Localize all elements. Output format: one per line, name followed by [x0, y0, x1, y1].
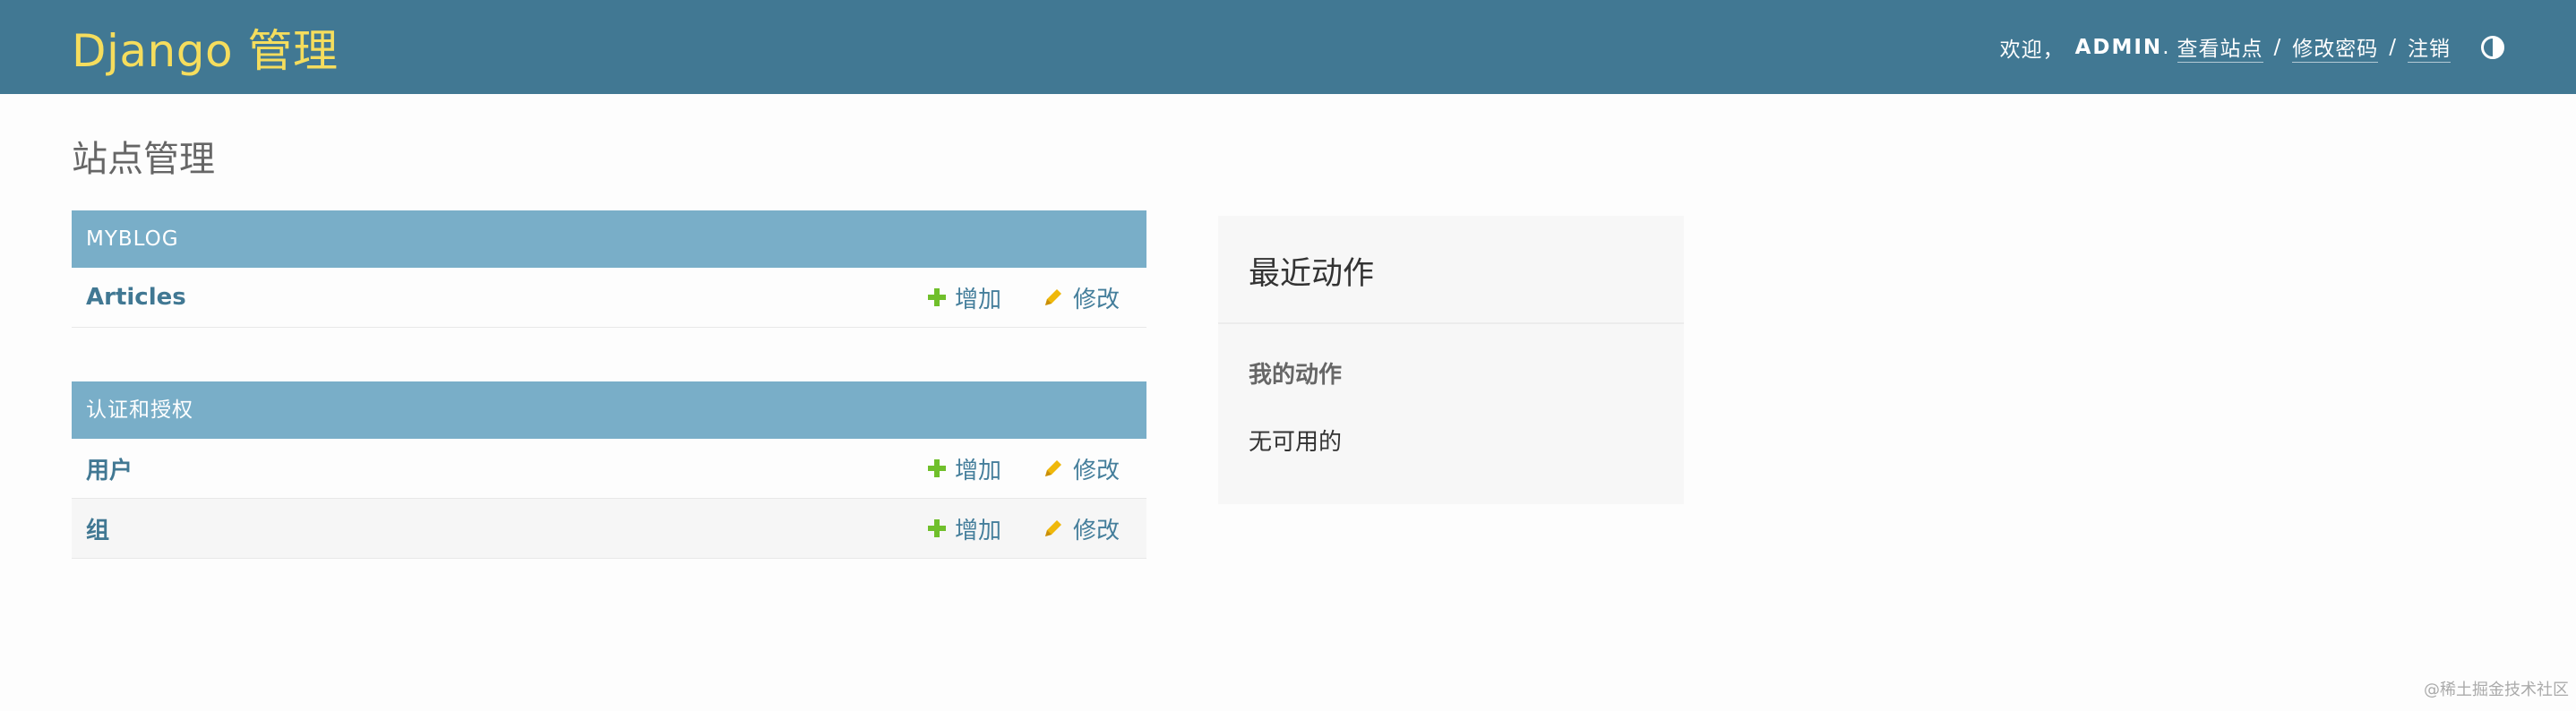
change-button[interactable]: 修改 [1043, 452, 1120, 485]
add-label: 增加 [954, 286, 1001, 313]
content: 站点管理 MYBLOG Articles 增加 修改 认证和授权 用户 增加 修… [0, 94, 2576, 559]
welcome-text: 欢迎， [1999, 38, 2065, 62]
watermark: @稀土掘金技术社区 [2424, 681, 2569, 699]
my-actions-heading: 我的动作 [1249, 362, 1343, 389]
add-label: 增加 [954, 517, 1001, 544]
module-header[interactable]: 认证和授权 [72, 381, 1146, 439]
add-button[interactable]: 增加 [927, 512, 1001, 545]
table-row: 用户 增加 修改 [72, 439, 1146, 499]
module-header[interactable]: MYBLOG [72, 210, 1146, 268]
module-auth: 认证和授权 用户 增加 修改 组 增加 修改 [72, 381, 1146, 559]
row-actions: 增加 修改 [927, 281, 1120, 314]
plus-icon [927, 288, 946, 306]
add-button[interactable]: 增加 [927, 281, 1001, 314]
change-label: 修改 [1072, 457, 1120, 484]
add-button[interactable]: 增加 [927, 452, 1001, 485]
user-tools: 欢迎， ADMIN . 查看站点 / 修改密码 / 注销 [2000, 31, 2504, 63]
pencil-icon [1044, 460, 1061, 476]
add-label: 增加 [954, 457, 1001, 484]
theme-toggle-icon[interactable] [2481, 35, 2504, 59]
row-actions: 增加 修改 [927, 512, 1120, 545]
pencil-icon [1044, 289, 1061, 305]
pencil-icon [1044, 520, 1061, 536]
model-link-groups[interactable]: 组 [86, 512, 109, 545]
username: ADMIN [2074, 35, 2163, 59]
module-myblog: MYBLOG Articles 增加 修改 [72, 210, 1146, 328]
model-link-articles[interactable]: Articles [86, 284, 186, 311]
logout-link[interactable]: 注销 [2408, 31, 2451, 63]
change-label: 修改 [1072, 517, 1120, 544]
table-row: 组 增加 修改 [72, 499, 1146, 559]
change-label: 修改 [1072, 286, 1120, 313]
recent-actions-panel: 最近动作 我的动作 无可用的 [1218, 216, 1684, 504]
model-link-users[interactable]: 用户 [86, 452, 133, 485]
site-brand-link[interactable]: Django 管理 [72, 15, 338, 80]
no-actions-text: 无可用的 [1249, 429, 1343, 456]
recent-actions-title: 最近动作 [1218, 216, 1684, 324]
separator: / [2389, 35, 2397, 59]
page-title: 站点管理 [72, 139, 215, 180]
plus-icon [927, 519, 946, 537]
view-site-link[interactable]: 查看站点 [2177, 31, 2263, 63]
plus-icon [927, 459, 946, 477]
table-row: Articles 增加 修改 [72, 268, 1146, 328]
header: Django 管理 欢迎， ADMIN . 查看站点 / 修改密码 / 注销 [0, 0, 2576, 94]
comma-separator: . [2162, 35, 2170, 59]
row-actions: 增加 修改 [927, 452, 1120, 485]
change-password-link[interactable]: 修改密码 [2292, 31, 2379, 63]
change-button[interactable]: 修改 [1043, 512, 1120, 545]
separator: / [2273, 35, 2282, 59]
change-button[interactable]: 修改 [1043, 281, 1120, 314]
